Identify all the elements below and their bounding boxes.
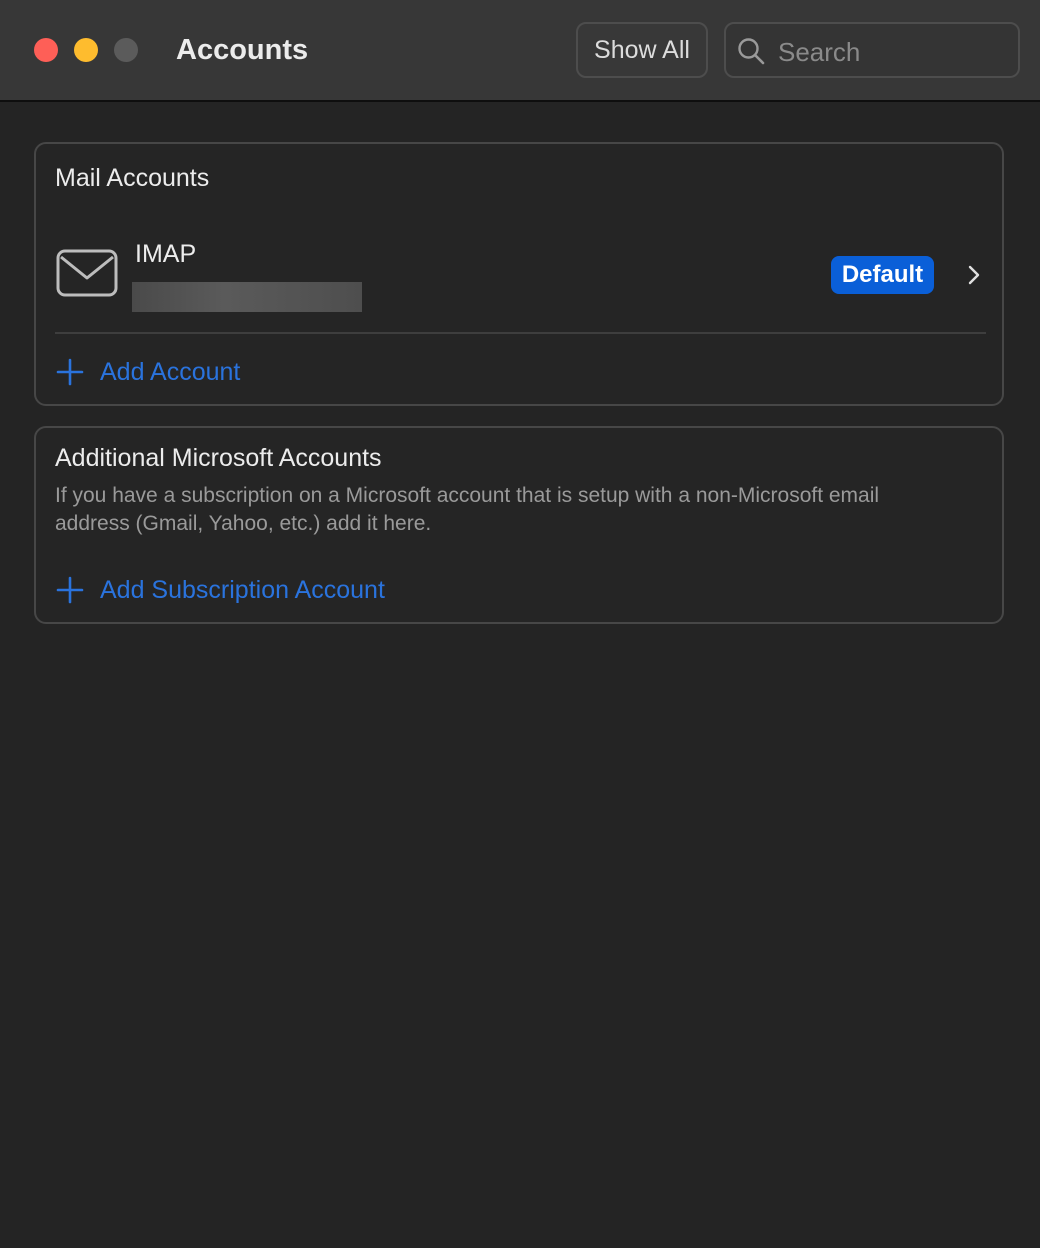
microsoft-accounts-description: If you have a subscription on a Microsof… <box>55 484 880 535</box>
mail-accounts-heading: Mail Accounts <box>55 164 210 192</box>
preferences-window: Accounts Show All Search Mail Accounts I… <box>0 0 1040 1248</box>
chevron-right-icon[interactable] <box>964 264 984 286</box>
additional-microsoft-accounts-panel: Additional Microsoft Accounts If you hav… <box>34 426 1004 624</box>
mail-envelope-icon <box>56 249 118 297</box>
add-account-label: Add Account <box>100 357 241 386</box>
add-subscription-account-label: Add Subscription Account <box>100 575 385 604</box>
close-window-button[interactable] <box>34 38 58 62</box>
account-row-imap[interactable]: IMAP Default <box>36 228 1002 334</box>
redacted-email-address <box>132 282 362 312</box>
add-account-button[interactable]: Add Account <box>56 352 240 392</box>
mail-accounts-panel: Mail Accounts IMAP Default Add Account <box>34 142 1004 406</box>
account-type-label: IMAP <box>135 240 197 268</box>
divider <box>55 332 986 334</box>
zoom-window-button <box>114 38 138 62</box>
add-subscription-account-button[interactable]: Add Subscription Account <box>56 570 385 610</box>
search-icon <box>738 38 765 65</box>
plus-icon <box>56 358 84 386</box>
search-placeholder: Search <box>778 37 861 67</box>
default-badge: Default <box>831 256 934 294</box>
window-title: Accounts <box>176 34 309 66</box>
search-field[interactable]: Search <box>724 22 1020 78</box>
title-bar: Accounts Show All Search <box>0 0 1040 102</box>
microsoft-accounts-heading: Additional Microsoft Accounts <box>55 444 382 472</box>
plus-icon <box>56 576 84 604</box>
show-all-button[interactable]: Show All <box>576 22 708 78</box>
minimize-window-button[interactable] <box>74 38 98 62</box>
